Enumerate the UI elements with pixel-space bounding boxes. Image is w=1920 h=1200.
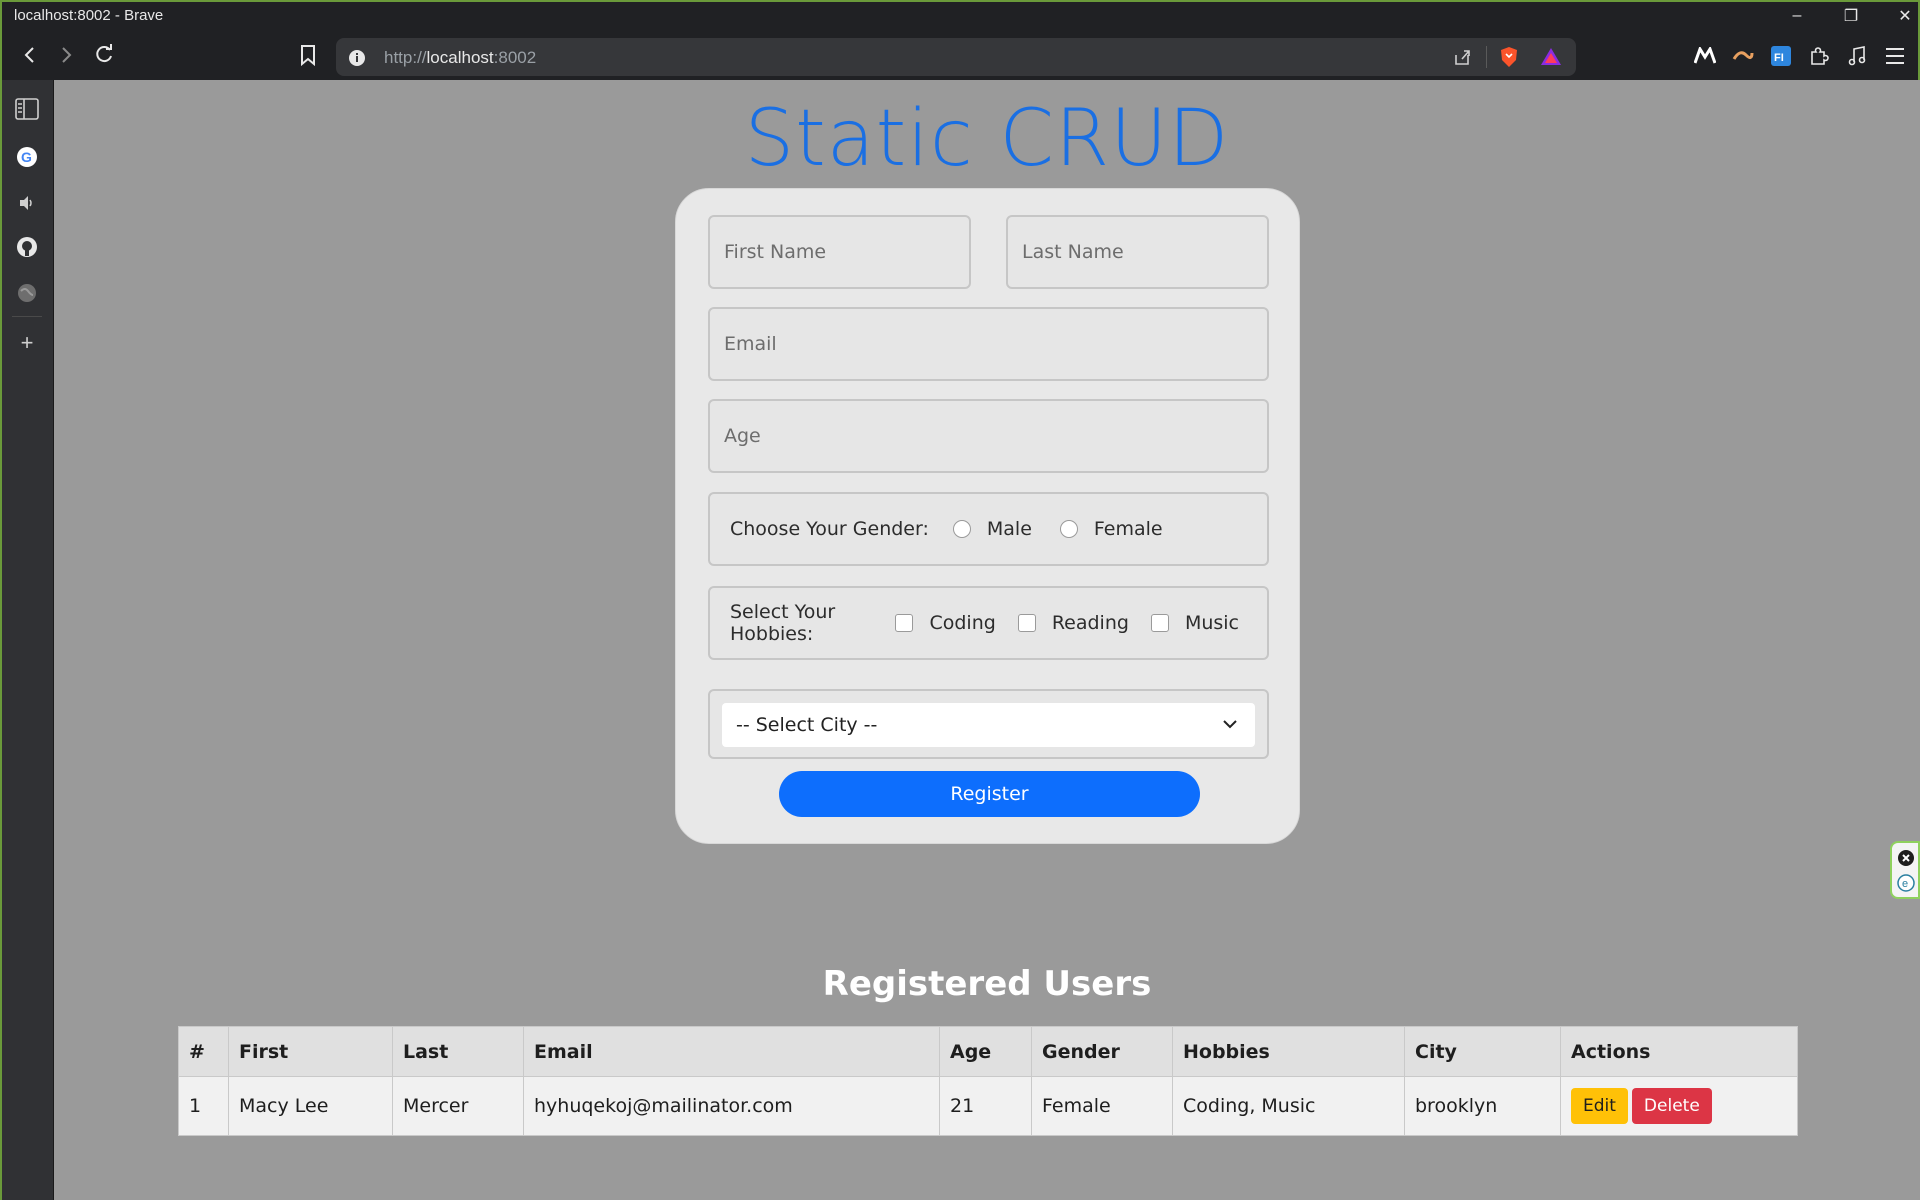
city-select-wrapper: -- Select City -- [708,689,1269,759]
table-header-row: # First Last Email Age Gender Hobbies Ci… [178,1026,1798,1077]
coding-checkbox[interactable] [895,614,914,632]
hobby-option-reading[interactable]: Reading [1017,612,1129,634]
page-viewport: Static CRUD First Name Last Name Email A… [54,80,1920,1200]
extension-m-icon[interactable] [1692,43,1718,69]
gender-group: Choose Your Gender: Male Female [708,492,1269,566]
col-last: Last [392,1026,524,1077]
browser-window: localhost:8002 - Brave – ❐ ✕ http://loca… [0,0,1920,1200]
reading-checkbox[interactable] [1017,614,1036,632]
table-row: 1 Macy Lee Mercer hyhuqekoj@mailinator.c… [178,1076,1798,1136]
gender-label: Choose Your Gender: [730,518,929,540]
cell-city: brooklyn [1404,1076,1561,1136]
extension-fi-icon[interactable]: FI [1768,43,1794,69]
brave-shields-icon [1501,47,1517,67]
cell-gender: Female [1031,1076,1173,1136]
cell-last: Mercer [392,1076,524,1136]
restore-button[interactable]: ❐ [1824,2,1878,30]
speaker-icon[interactable] [14,190,40,216]
male-radio[interactable] [952,520,971,538]
forward-arrow-icon [62,47,72,63]
col-email: Email [523,1026,940,1077]
close-circle-icon [1898,850,1914,866]
city-select[interactable]: -- Select City -- [722,703,1255,747]
page-title: Static CRUD [744,94,1230,184]
media-music-icon[interactable] [1844,43,1870,69]
hobbies-label: Select Your Hobbies: [730,601,836,645]
female-radio[interactable] [1059,520,1078,538]
first-name-input[interactable]: First Name [708,215,971,289]
email-input[interactable]: Email [708,307,1269,381]
registered-users-heading: Registered Users [822,964,1152,1004]
minimize-button[interactable]: – [1770,2,1824,30]
age-input[interactable]: Age [708,399,1269,473]
registration-form: First Name Last Name Email Age Choose Yo… [675,188,1300,844]
reload-button[interactable] [88,39,120,71]
gender-option-male[interactable]: Male [952,518,1032,540]
edge-e-icon: e [1897,874,1915,892]
share-icon [1455,50,1470,65]
last-name-input[interactable]: Last Name [1006,215,1269,289]
delete-button[interactable]: Delete [1631,1088,1712,1124]
cell-age: 21 [939,1076,1032,1136]
chevron-down-icon [1223,720,1237,729]
extension-wave-icon[interactable] [1730,43,1756,69]
url-text[interactable]: http://localhost:8002 [384,48,536,68]
google-icon[interactable]: G [14,144,40,170]
cell-number: 1 [178,1076,229,1136]
site-info-icon [349,50,365,66]
menu-hamburger-icon[interactable] [1882,43,1908,69]
bookmark-icon [301,45,315,66]
col-age: Age [939,1026,1032,1077]
cell-hobbies: Coding, Music [1172,1076,1405,1136]
users-table: # First Last Email Age Gender Hobbies Ci… [178,1026,1798,1136]
cell-actions: Edit Delete [1560,1076,1798,1136]
floating-extension-widget[interactable]: e [1890,841,1920,899]
back-arrow-icon [24,47,34,63]
col-actions: Actions [1560,1026,1798,1077]
browser-sidebar: G + [2,80,54,1200]
brave-rewards-icon [1541,48,1561,65]
svg-text:e: e [1902,878,1908,890]
add-sidebar-item-icon[interactable]: + [14,330,40,356]
bookmark-button[interactable] [292,39,324,71]
col-gender: Gender [1031,1026,1173,1077]
col-city: City [1404,1026,1561,1077]
edit-button[interactable]: Edit [1571,1088,1628,1124]
svg-text:G: G [21,149,32,165]
reload-icon [96,44,112,63]
hobby-option-music[interactable]: Music [1150,612,1239,634]
github-icon[interactable] [14,234,40,260]
register-button[interactable]: Register [779,771,1200,817]
globe-icon[interactable] [14,280,40,306]
cell-email: hyhuqekoj@mailinator.com [523,1076,940,1136]
cell-first: Macy Lee [228,1076,393,1136]
col-number: # [178,1026,229,1077]
city-select-value: -- Select City -- [736,714,878,736]
music-checkbox[interactable] [1150,614,1169,632]
address-bar[interactable]: http://localhost:8002 [336,38,1576,76]
sidebar-toggle-icon[interactable] [14,96,40,122]
col-first: First [228,1026,393,1077]
hobby-option-coding[interactable]: Coding [895,612,996,634]
title-bar: localhost:8002 - Brave – ❐ ✕ [2,2,1918,30]
svg-text:FI: FI [1774,52,1784,64]
extensions-puzzle-icon[interactable] [1806,43,1832,69]
window-title: localhost:8002 - Brave [14,7,164,24]
hobbies-group: Select Your Hobbies: Coding Reading Musi… [708,586,1269,660]
close-window-button[interactable]: ✕ [1878,2,1920,30]
gender-option-female[interactable]: Female [1059,518,1163,540]
col-hobbies: Hobbies [1172,1026,1405,1077]
back-button[interactable] [14,39,46,71]
browser-toolbar: http://localhost:8002 FI [2,30,1918,80]
forward-button[interactable] [50,39,82,71]
